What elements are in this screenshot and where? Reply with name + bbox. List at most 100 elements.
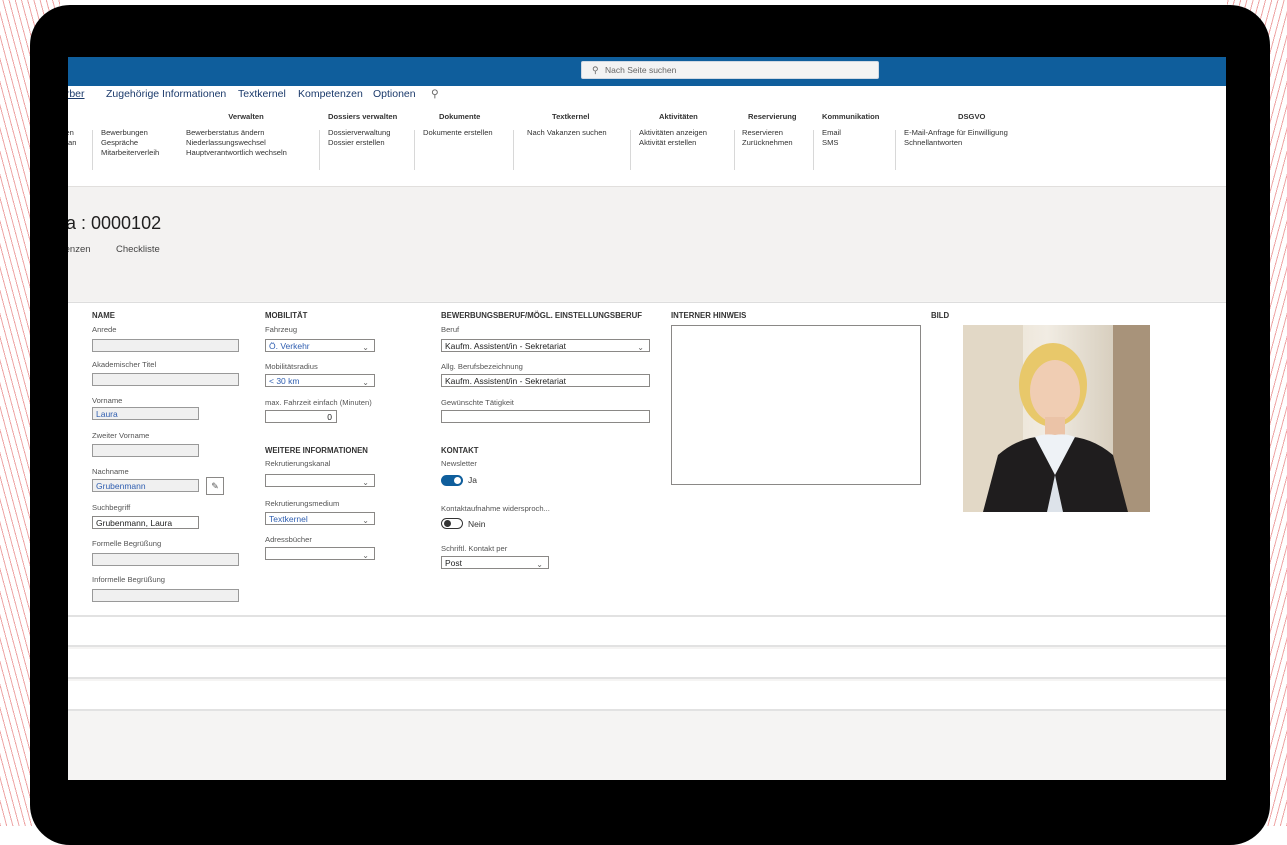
ribbon-divider <box>513 130 514 170</box>
search-icon: ⚲ <box>592 65 599 75</box>
interner-hinweis-textarea[interactable] <box>671 325 921 485</box>
tab-textkernel[interactable]: Textkernel <box>238 88 286 100</box>
section-header-bewerbungsberuf: BEWERBUNGSBERUF/MÖGL. EINSTELLUNGSBERUF <box>441 311 642 320</box>
pencil-icon: ✎ <box>211 481 219 491</box>
chevron-down-icon: ⌄ <box>362 378 369 387</box>
gewuenschte-taetigkeit-field[interactable] <box>441 410 650 423</box>
ribbon-item[interactable]: Aktivitäten anzeigen <box>639 128 707 137</box>
label-suchbegriff: Suchbegriff <box>92 503 131 512</box>
titel-field[interactable] <box>92 373 239 386</box>
app-screen: ⚲ Nach Seite suchen erber Zugehörige Inf… <box>68 57 1226 780</box>
ribbon-item-gespraeche[interactable]: Gespräche <box>101 138 138 147</box>
ribbon-divider <box>895 130 896 170</box>
zweiter-vorname-field[interactable] <box>92 444 199 457</box>
rekrutierungsmedium-value: Textkernel <box>269 514 308 524</box>
rekrutierungsmedium-select[interactable]: Textkernel ⌄ <box>265 512 375 525</box>
ribbon-divider <box>813 130 814 170</box>
informelle-begruessung-field[interactable] <box>92 589 239 602</box>
allg-berufsbezeichnung-field[interactable]: Kaufm. Assistent/in - Sekretariat <box>441 374 650 387</box>
ribbon-item[interactable]: E-Mail-Anfrage für Einwilligung <box>904 128 1008 137</box>
newsletter-toggle[interactable] <box>441 475 463 486</box>
toggle-knob <box>444 520 451 527</box>
rekrutierungskanal-select[interactable]: ⌄ <box>265 474 375 487</box>
ribbon-group-header: Dokumente <box>439 112 481 121</box>
form-section-collapsed <box>68 681 1226 711</box>
ribbon-divider <box>734 130 735 170</box>
kontaktaufnahme-value: Nein <box>468 519 486 529</box>
chevron-down-icon: ⌄ <box>362 343 369 352</box>
chevron-down-icon: ⌄ <box>536 560 543 569</box>
schriftl-kontakt-select[interactable]: Post ⌄ <box>441 556 549 569</box>
ribbon-item[interactable]: Niederlassungswechsel <box>186 138 266 147</box>
chevron-down-icon: ⌄ <box>362 516 369 525</box>
ribbon-group-header: Verwalten <box>228 112 264 121</box>
ribbon-item[interactable]: llen <box>68 128 74 137</box>
label-nachname: Nachname <box>92 467 129 476</box>
fahrzeug-select[interactable]: Ö. Verkehr ⌄ <box>265 339 375 352</box>
ribbon-group-header: DSGVO <box>958 112 986 121</box>
tab-search-icon[interactable]: ⚲ <box>431 88 439 100</box>
max-fahrzeit-field[interactable]: 0 <box>265 410 337 423</box>
ribbon-item[interactable]: Bewerberstatus ändern <box>186 128 265 137</box>
mobilitaetsradius-select[interactable]: < 30 km ⌄ <box>265 374 375 387</box>
ribbon-item[interactable]: Dokumente erstellen <box>423 128 493 137</box>
beruf-select[interactable]: Kaufm. Assistent/in - Sekretariat ⌄ <box>441 339 650 352</box>
section-header-bild: BILD <box>931 311 950 320</box>
ribbon-item-bewerbungen[interactable]: Bewerbungen <box>101 128 148 137</box>
form-section-collapsed <box>68 617 1226 647</box>
ribbon-item[interactable]: Zurücknehmen <box>742 138 793 147</box>
tab-zugehoerige-informationen[interactable]: Zugehörige Informationen <box>106 88 226 100</box>
ribbon-item[interactable]: an <box>68 138 76 147</box>
top-bar: ⚲ Nach Seite suchen <box>68 57 1226 86</box>
label-informelle-begruessung: Informelle Begrüßung <box>92 575 166 584</box>
kontaktaufnahme-toggle[interactable] <box>441 518 463 529</box>
label-rekrutierungsmedium: Rekrutierungsmedium <box>265 499 340 508</box>
tab-optionen[interactable]: Optionen <box>373 88 416 100</box>
label-formelle-begruessung: Formelle Begrüßung <box>92 539 162 548</box>
suchbegriff-field[interactable]: Grubenmann, Laura <box>92 516 199 529</box>
formelle-begruessung-field[interactable] <box>92 553 239 566</box>
label-max-fahrzeit: max. Fahrzeit einfach (Minuten) <box>265 398 372 407</box>
fahrzeug-value: Ö. Verkehr <box>269 341 310 351</box>
beruf-value: Kaufm. Assistent/in - Sekretariat <box>445 341 566 351</box>
label-rekrutierungskanal: Rekrutierungskanal <box>265 459 331 468</box>
anrede-field[interactable] <box>92 339 239 352</box>
ribbon-group-header: Textkernel <box>552 112 590 121</box>
profile-photo[interactable] <box>963 325 1150 512</box>
ribbon-item[interactable]: Schnellantworten <box>904 138 962 147</box>
ribbon-item[interactable]: SMS <box>822 138 838 147</box>
tab-kompetenzen-record[interactable]: tenzen <box>68 244 91 255</box>
ribbon-divider <box>630 130 631 170</box>
toggle-knob <box>454 477 461 484</box>
ribbon-item[interactable]: Reservieren <box>742 128 783 137</box>
ribbon-item[interactable]: Hauptverantwortlich wechseln <box>186 148 287 157</box>
ribbon-item-mitarbeiterverleih[interactable]: Mitarbeiterverleih <box>101 148 159 157</box>
main-form: NAME Anrede Akademischer Titel Vorname L… <box>68 302 1226 617</box>
mobilitaetsradius-value: < 30 km <box>269 376 300 386</box>
tab-bewerber[interactable]: erber <box>68 88 85 100</box>
record-title: a : 0000102 <box>68 213 162 233</box>
ribbon-item[interactable]: Dossier erstellen <box>328 138 385 147</box>
label-schriftl-kontakt: Schriftl. Kontakt per <box>441 544 508 553</box>
label-allg-berufsbezeichnung: Allg. Berufsbezeichnung <box>441 362 523 371</box>
ribbon-group-header: Aktivitäten <box>659 112 698 121</box>
record-header: a : 0000102 tenzen Checkliste <box>68 187 1226 301</box>
schriftl-kontakt-value: Post <box>445 558 463 568</box>
search-box[interactable]: ⚲ Nach Seite suchen <box>581 61 879 79</box>
section-header-interner-hinweis: INTERNER HINWEIS <box>671 311 747 320</box>
edit-name-button[interactable]: ✎ <box>206 477 224 495</box>
chevron-down-icon: ⌄ <box>362 478 369 487</box>
section-header-name: NAME <box>92 311 115 320</box>
nachname-field[interactable]: Grubenmann <box>92 479 199 492</box>
adressbuecher-select[interactable]: ⌄ <box>265 547 375 560</box>
ribbon-item[interactable]: Dossierverwaltung <box>328 128 390 137</box>
label-vorname: Vorname <box>92 396 123 405</box>
ribbon: erber Zugehörige Informationen Textkerne… <box>68 86 1226 187</box>
vorname-field[interactable]: Laura <box>92 407 199 420</box>
ribbon-item[interactable]: Email <box>822 128 841 137</box>
ribbon-item[interactable]: Aktivität erstellen <box>639 138 696 147</box>
tab-checkliste[interactable]: Checkliste <box>116 244 160 255</box>
tab-kompetenzen[interactable]: Kompetenzen <box>298 88 363 100</box>
label-adressbuecher: Adressbücher <box>265 535 312 544</box>
ribbon-item[interactable]: Nach Vakanzen suchen <box>527 128 607 137</box>
